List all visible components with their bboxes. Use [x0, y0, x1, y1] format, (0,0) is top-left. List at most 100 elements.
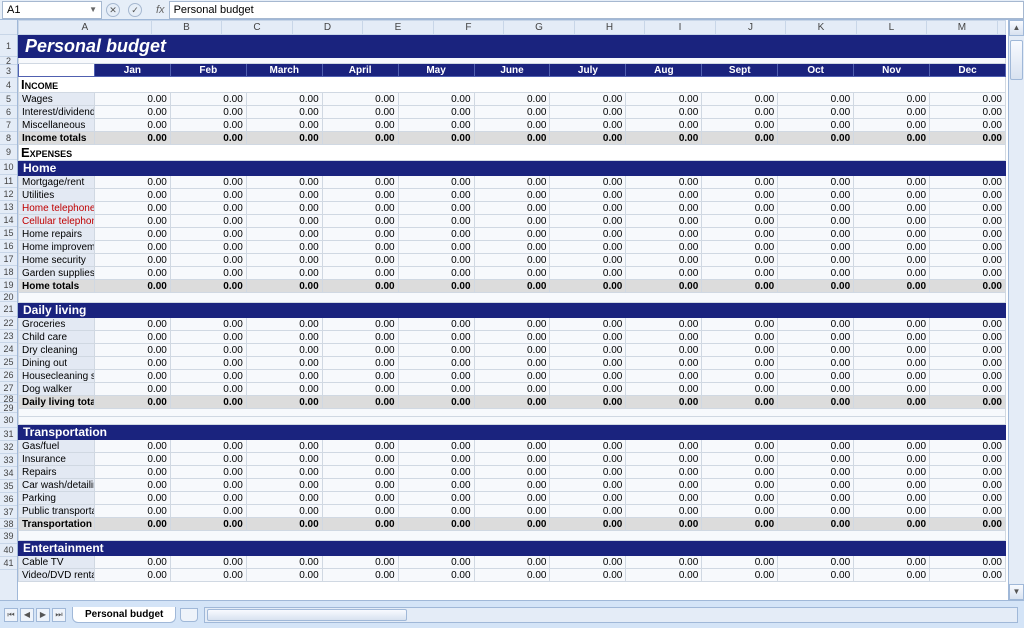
cell[interactable]: 0.00 [94, 479, 170, 492]
cell[interactable]: 0.00 [702, 440, 778, 453]
row-label[interactable]: Garden supplies [19, 267, 95, 280]
cell[interactable]: 0.00 [246, 331, 322, 344]
row-label[interactable]: Gas/fuel [19, 440, 95, 453]
row-header-26[interactable]: 26 [0, 369, 17, 382]
cell[interactable]: 0.00 [930, 466, 1006, 479]
row-header-11[interactable]: 11 [0, 175, 17, 188]
cell[interactable]: 0.00 [930, 383, 1006, 396]
cell[interactable]: 0.00 [474, 569, 550, 582]
cell[interactable]: 0.00 [94, 228, 170, 241]
row-label[interactable]: Dry cleaning [19, 344, 95, 357]
row-header-40[interactable]: 40 [0, 544, 17, 557]
cell[interactable]: 0.00 [322, 202, 398, 215]
cell[interactable]: 0.00 [626, 383, 702, 396]
cell[interactable]: 0.00 [322, 132, 398, 145]
cell[interactable]: 0.00 [474, 93, 550, 106]
cell[interactable]: 0.00 [474, 357, 550, 370]
cell[interactable]: 0.00 [550, 132, 626, 145]
row-header-32[interactable]: 32 [0, 441, 17, 454]
scroll-up-icon[interactable]: ▲ [1009, 20, 1024, 36]
cell[interactable]: 0.00 [930, 176, 1006, 189]
cell[interactable]: 0.00 [778, 106, 854, 119]
cell[interactable]: 0.00 [550, 370, 626, 383]
cell[interactable]: 0.00 [474, 466, 550, 479]
cell[interactable]: 0.00 [170, 331, 246, 344]
cell[interactable]: 0.00 [854, 492, 930, 505]
cell[interactable]: 0.00 [170, 119, 246, 132]
cell[interactable]: 0.00 [322, 383, 398, 396]
cell[interactable]: 0.00 [930, 93, 1006, 106]
month-header-nov[interactable]: Nov [854, 64, 930, 77]
cell[interactable]: 0.00 [930, 505, 1006, 518]
cell[interactable]: 0.00 [778, 119, 854, 132]
row-label[interactable]: Home repairs [19, 228, 95, 241]
scroll-thumb[interactable] [1010, 40, 1023, 80]
cell[interactable]: 0.00 [930, 344, 1006, 357]
cell[interactable]: 0.00 [854, 479, 930, 492]
row-label[interactable]: Interest/dividends [19, 106, 95, 119]
cell[interactable]: 0.00 [778, 280, 854, 293]
cell[interactable]: 0.00 [702, 280, 778, 293]
cell[interactable]: 0.00 [778, 453, 854, 466]
cell[interactable]: 0.00 [474, 396, 550, 409]
cell[interactable]: 0.00 [322, 518, 398, 531]
cell[interactable]: 0.00 [626, 254, 702, 267]
cell[interactable]: 0.00 [778, 176, 854, 189]
row-header-5[interactable]: 5 [0, 93, 17, 106]
row-header-15[interactable]: 15 [0, 227, 17, 240]
cell[interactable]: 0.00 [626, 556, 702, 569]
cell[interactable]: 0.00 [550, 492, 626, 505]
cell[interactable]: 0.00 [626, 106, 702, 119]
row-header-18[interactable]: 18 [0, 266, 17, 279]
row-label[interactable]: Daily living totals [19, 396, 95, 409]
cell[interactable]: 0.00 [474, 370, 550, 383]
col-header-M[interactable]: M [927, 21, 998, 35]
row-label[interactable]: Income totals [19, 132, 95, 145]
row-header-38[interactable]: 38 [0, 519, 17, 529]
cell[interactable]: 0.00 [398, 518, 474, 531]
cell[interactable]: 0.00 [702, 492, 778, 505]
cell[interactable]: 0.00 [94, 556, 170, 569]
cell[interactable]: 0.00 [626, 479, 702, 492]
row-header-21[interactable]: 21 [0, 302, 17, 317]
row-header-3[interactable]: 3 [0, 65, 17, 78]
cell[interactable]: 0.00 [170, 241, 246, 254]
cell[interactable]: 0.00 [854, 370, 930, 383]
cell[interactable]: 0.00 [322, 331, 398, 344]
cell[interactable]: 0.00 [246, 505, 322, 518]
cell[interactable]: 0.00 [702, 267, 778, 280]
cell[interactable]: 0.00 [398, 331, 474, 344]
cell[interactable]: 0.00 [474, 344, 550, 357]
cell[interactable]: 0.00 [930, 280, 1006, 293]
cell[interactable]: 0.00 [854, 344, 930, 357]
cell[interactable]: 0.00 [930, 106, 1006, 119]
cell[interactable]: 0.00 [398, 370, 474, 383]
cell[interactable]: 0.00 [94, 466, 170, 479]
col-header-G[interactable]: G [504, 21, 575, 35]
cell[interactable]: 0.00 [94, 280, 170, 293]
cell[interactable]: 0.00 [930, 479, 1006, 492]
row-header-1[interactable]: 1 [0, 35, 17, 57]
cell[interactable]: 0.00 [246, 119, 322, 132]
cell[interactable]: 0.00 [550, 202, 626, 215]
row-header-9[interactable]: 9 [0, 145, 17, 160]
cell[interactable]: 0.00 [170, 479, 246, 492]
hscroll-thumb[interactable] [207, 609, 407, 621]
cell[interactable]: 0.00 [778, 241, 854, 254]
cell[interactable]: 0.00 [94, 202, 170, 215]
cell[interactable]: 0.00 [246, 357, 322, 370]
cell[interactable]: 0.00 [246, 556, 322, 569]
cell[interactable]: 0.00 [246, 370, 322, 383]
cell[interactable]: 0.00 [930, 228, 1006, 241]
cell[interactable]: 0.00 [170, 254, 246, 267]
row-label[interactable]: Home telephone [19, 202, 95, 215]
cell[interactable]: 0.00 [854, 254, 930, 267]
col-header-J[interactable]: J [715, 21, 786, 35]
row-label[interactable]: Housecleaning service [19, 370, 95, 383]
cell[interactable]: 0.00 [322, 396, 398, 409]
cell[interactable]: 0.00 [626, 370, 702, 383]
row-header-20[interactable]: 20 [0, 292, 17, 302]
cell[interactable]: 0.00 [94, 569, 170, 582]
row-header-41[interactable]: 41 [0, 557, 17, 570]
cell[interactable]: 0.00 [246, 202, 322, 215]
